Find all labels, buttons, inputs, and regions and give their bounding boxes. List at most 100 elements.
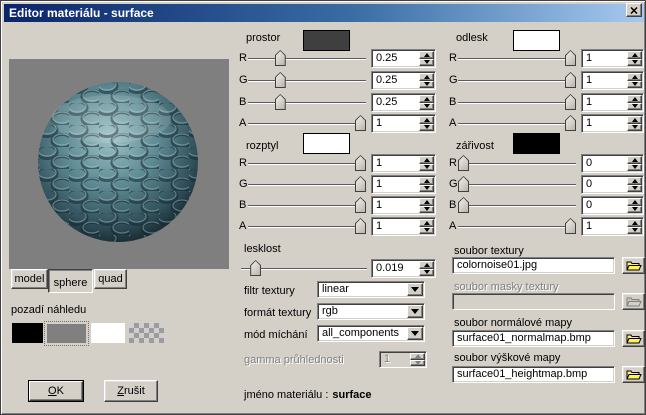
spin-up-button[interactable] bbox=[419, 51, 434, 59]
value-field[interactable]: 1 bbox=[581, 114, 644, 133]
spin-down-button[interactable] bbox=[419, 124, 434, 132]
slider-thumb[interactable] bbox=[355, 197, 366, 213]
spin-down-button[interactable] bbox=[419, 206, 434, 214]
heightmap-file-field[interactable]: surface01_heightmap.bmp bbox=[452, 366, 615, 383]
slider-track[interactable] bbox=[248, 71, 366, 90]
spin-up-button[interactable] bbox=[419, 73, 434, 81]
spin-up-button[interactable] bbox=[627, 73, 642, 81]
spin-up-button[interactable] bbox=[627, 219, 642, 227]
texture-filter-select[interactable]: linear bbox=[317, 281, 425, 298]
texture-file-browse-button[interactable] bbox=[622, 257, 645, 274]
slider-track[interactable] bbox=[458, 49, 576, 68]
spin-up-button[interactable] bbox=[419, 177, 434, 185]
heightmap-file-browse-button[interactable] bbox=[622, 366, 645, 383]
value-field[interactable]: 1 bbox=[581, 71, 644, 90]
close-button[interactable] bbox=[626, 3, 642, 17]
slider-track[interactable] bbox=[248, 175, 366, 194]
blend-mode-select[interactable]: all_components bbox=[317, 325, 425, 342]
texture-file-field[interactable]: colornoise01.jpg bbox=[452, 257, 615, 274]
slider-thumb[interactable] bbox=[458, 176, 469, 192]
slider-track[interactable] bbox=[458, 71, 576, 90]
tab-quad[interactable]: quad bbox=[94, 269, 127, 289]
spin-down-button[interactable] bbox=[419, 103, 434, 111]
slider-track[interactable] bbox=[458, 93, 576, 112]
slider-track[interactable] bbox=[248, 217, 366, 236]
spin-down-button[interactable] bbox=[419, 269, 434, 277]
zarivost-color-swatch[interactable] bbox=[513, 133, 560, 154]
spin-down-button[interactable] bbox=[419, 59, 434, 67]
spin-up-button[interactable] bbox=[419, 198, 434, 206]
spin-down-button[interactable] bbox=[419, 227, 434, 235]
spin-up-button[interactable] bbox=[627, 116, 642, 124]
value-field[interactable]: 1 bbox=[371, 114, 436, 133]
slider-thumb[interactable] bbox=[565, 50, 576, 66]
value-field[interactable]: 1 bbox=[581, 217, 644, 236]
spin-down-button[interactable] bbox=[627, 206, 642, 214]
spin-down-button[interactable] bbox=[419, 81, 434, 89]
slider-thumb[interactable] bbox=[565, 218, 576, 234]
slider-thumb[interactable] bbox=[355, 155, 366, 171]
value-field[interactable]: 0 bbox=[581, 175, 644, 194]
slider-thumb[interactable] bbox=[565, 72, 576, 88]
bg-swatch-white[interactable] bbox=[91, 323, 125, 343]
slider-track[interactable] bbox=[248, 196, 366, 215]
value-field[interactable]: 0 bbox=[581, 196, 644, 215]
value-field[interactable]: 1 bbox=[371, 196, 436, 215]
spin-up-button[interactable] bbox=[419, 116, 434, 124]
spin-up-button[interactable] bbox=[419, 156, 434, 164]
slider-thumb[interactable] bbox=[275, 72, 286, 88]
slider-thumb[interactable] bbox=[355, 176, 366, 192]
slider-thumb[interactable] bbox=[275, 50, 286, 66]
value-field[interactable]: 0.019 bbox=[371, 259, 436, 278]
spin-up-button[interactable] bbox=[419, 219, 434, 227]
spin-down-button[interactable] bbox=[627, 103, 642, 111]
value-field[interactable]: 0 bbox=[581, 154, 644, 173]
bg-swatch-transparent[interactable] bbox=[129, 323, 164, 343]
spin-up-button[interactable] bbox=[627, 177, 642, 185]
slider-track[interactable] bbox=[458, 217, 576, 236]
spin-up-button[interactable] bbox=[627, 156, 642, 164]
slider-track[interactable] bbox=[248, 49, 366, 68]
spin-down-button[interactable] bbox=[627, 185, 642, 193]
slider-track[interactable] bbox=[248, 93, 366, 112]
value-field[interactable]: 1 bbox=[581, 49, 644, 68]
odlesk-color-swatch[interactable] bbox=[513, 30, 560, 51]
bg-swatch-black[interactable] bbox=[12, 323, 43, 343]
slider-track[interactable] bbox=[458, 175, 576, 194]
value-field[interactable]: 1 bbox=[371, 154, 436, 173]
value-field[interactable]: 0.25 bbox=[371, 49, 436, 68]
slider-track[interactable] bbox=[241, 259, 367, 278]
slider-thumb[interactable] bbox=[275, 94, 286, 110]
slider-track[interactable] bbox=[248, 154, 366, 173]
cancel-button[interactable]: Zrušit bbox=[104, 380, 158, 402]
spin-up-button[interactable] bbox=[419, 95, 434, 103]
spin-down-button[interactable] bbox=[419, 164, 434, 172]
spin-down-button[interactable] bbox=[627, 59, 642, 67]
spin-up-button[interactable] bbox=[627, 51, 642, 59]
slider-track[interactable] bbox=[458, 114, 576, 133]
value-field[interactable]: 1 bbox=[371, 175, 436, 194]
spin-up-button[interactable] bbox=[627, 95, 642, 103]
chevron-down-icon[interactable] bbox=[407, 283, 423, 296]
value-field[interactable]: 0.25 bbox=[371, 93, 436, 112]
tab-model[interactable]: model bbox=[11, 269, 48, 289]
slider-thumb[interactable] bbox=[565, 94, 576, 110]
slider-thumb[interactable] bbox=[355, 115, 366, 131]
normalmap-file-field[interactable]: surface01_normalmap.bmp bbox=[452, 330, 615, 347]
spin-up-button[interactable] bbox=[419, 261, 434, 269]
normalmap-file-browse-button[interactable] bbox=[622, 330, 645, 347]
tab-sphere[interactable]: sphere bbox=[48, 269, 93, 293]
spin-down-button[interactable] bbox=[627, 124, 642, 132]
spin-down-button[interactable] bbox=[627, 164, 642, 172]
spin-down-button[interactable] bbox=[627, 227, 642, 235]
slider-thumb[interactable] bbox=[458, 197, 469, 213]
slider-track[interactable] bbox=[248, 114, 366, 133]
spin-up-button[interactable] bbox=[627, 198, 642, 206]
ok-button[interactable]: OK bbox=[28, 380, 84, 402]
rozptyl-color-swatch[interactable] bbox=[303, 133, 350, 154]
prostor-color-swatch[interactable] bbox=[303, 30, 350, 51]
bg-swatch-gray[interactable] bbox=[47, 324, 86, 343]
slider-track[interactable] bbox=[458, 154, 576, 173]
chevron-down-icon[interactable] bbox=[407, 327, 423, 340]
chevron-down-icon[interactable] bbox=[407, 305, 423, 318]
